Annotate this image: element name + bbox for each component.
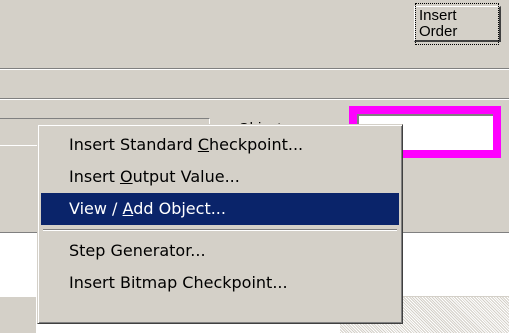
menu-item-mnemonic: O xyxy=(119,167,133,186)
context-menu: Insert Standard Checkpoint... Insert Out… xyxy=(37,124,403,324)
insert-order-label: Insert Order xyxy=(415,2,499,45)
menu-item-text: Insert xyxy=(69,167,120,186)
menu-item-mnemonic: C xyxy=(197,135,210,154)
menu-separator xyxy=(41,225,399,235)
menu-item-text: View / xyxy=(69,199,123,218)
menu-item-insert-output-value[interactable]: Insert Output Value... xyxy=(41,161,399,193)
menu-item-text: Insert Standard xyxy=(69,135,198,154)
menu-item-text: dd Object... xyxy=(133,199,226,218)
menu-item-text: Step Generator... xyxy=(69,241,206,260)
status-band xyxy=(0,70,509,98)
toolbar: Insert Order xyxy=(0,0,509,68)
menu-item-insert-bitmap-checkpoint[interactable]: Insert Bitmap Checkpoint... xyxy=(41,267,399,299)
menu-item-insert-standard-checkpoint[interactable]: Insert Standard Checkpoint... xyxy=(41,129,399,161)
menu-item-text: Insert Bitmap Checkpoint... xyxy=(69,273,288,292)
menu-item-view-add-object[interactable]: View / Add Object... xyxy=(41,193,399,225)
menu-item-mnemonic: A xyxy=(122,199,134,218)
menu-item-text: heckpoint... xyxy=(209,135,304,154)
insert-order-button[interactable]: Insert Order xyxy=(414,2,501,45)
menu-item-step-generator[interactable]: Step Generator... xyxy=(41,235,399,267)
menu-item-text: utput Value... xyxy=(132,167,240,186)
bottom-left-panel xyxy=(0,296,36,333)
